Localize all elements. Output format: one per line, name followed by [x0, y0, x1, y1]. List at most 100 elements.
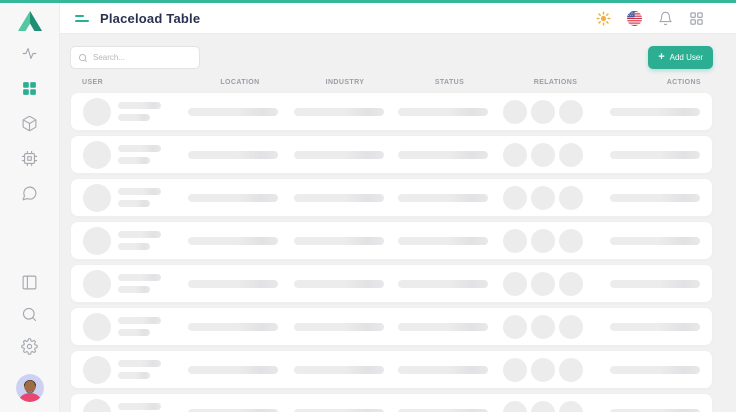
cell-user [83, 356, 188, 384]
relation-dot-placeholder [559, 358, 583, 382]
cell-industry [294, 194, 398, 202]
theme-sun-icon[interactable] [595, 10, 611, 26]
status-placeholder [398, 323, 488, 331]
industry-placeholder [294, 409, 384, 412]
cell-user [83, 98, 188, 126]
top-accent-strip [0, 0, 736, 3]
search-input[interactable] [93, 53, 192, 62]
relation-dot-placeholder [503, 401, 527, 412]
cell-relations [503, 100, 610, 124]
cell-user [83, 313, 188, 341]
name-placeholder [118, 145, 161, 164]
relation-dot-placeholder [559, 100, 583, 124]
location-placeholder [188, 409, 278, 412]
add-user-button[interactable]: + Add User [648, 46, 713, 69]
cell-relations [503, 186, 610, 210]
relation-dot-placeholder [503, 272, 527, 296]
search-icon[interactable] [21, 306, 38, 323]
cpu-icon[interactable] [21, 150, 38, 167]
industry-placeholder [294, 237, 384, 245]
cell-relations [503, 401, 610, 412]
cell-actions [610, 409, 700, 412]
location-placeholder [188, 366, 278, 374]
actions-placeholder [610, 151, 700, 159]
name-placeholder [118, 102, 161, 121]
sidebar-bottom [16, 274, 44, 402]
cell-location [188, 323, 294, 331]
industry-placeholder [294, 108, 384, 116]
cell-industry [294, 237, 398, 245]
cell-location [188, 280, 294, 288]
relation-dot-placeholder [531, 315, 555, 339]
relation-dot-placeholder [503, 143, 527, 167]
box-icon[interactable] [21, 115, 38, 132]
chat-icon[interactable] [21, 185, 38, 202]
cell-status [398, 151, 503, 159]
main-column: Placeload Table [60, 3, 736, 412]
avatar-placeholder [83, 313, 111, 341]
settings-gear-icon[interactable] [21, 338, 38, 355]
cell-status [398, 194, 503, 202]
location-placeholder [188, 194, 278, 202]
name-placeholder [118, 231, 161, 250]
relation-dot-placeholder [531, 358, 555, 382]
cell-status [398, 108, 503, 116]
avatar-placeholder [83, 141, 111, 169]
cell-industry [294, 323, 398, 331]
cell-relations [503, 358, 610, 382]
location-placeholder [188, 237, 278, 245]
relation-dot-placeholder [503, 358, 527, 382]
avatar-placeholder [83, 399, 111, 412]
actions-placeholder [610, 323, 700, 331]
hamburger-icon[interactable] [75, 13, 89, 24]
layout-panel-icon[interactable] [21, 274, 38, 291]
table-row [70, 307, 713, 346]
status-placeholder [398, 280, 488, 288]
table-row [70, 92, 713, 131]
industry-placeholder [294, 366, 384, 374]
cell-industry [294, 280, 398, 288]
cell-status [398, 409, 503, 412]
cell-location [188, 194, 294, 202]
avatar-placeholder [83, 184, 111, 212]
cell-status [398, 280, 503, 288]
avatar-placeholder [83, 356, 111, 384]
header-actions [595, 10, 704, 26]
actions-placeholder [610, 366, 700, 374]
relation-dot-placeholder [503, 100, 527, 124]
cell-relations [503, 143, 610, 167]
cell-location [188, 237, 294, 245]
cell-relations [503, 229, 610, 253]
relation-dot-placeholder [531, 100, 555, 124]
name-placeholder [118, 403, 161, 412]
actions-placeholder [610, 280, 700, 288]
table-row [70, 350, 713, 389]
relation-dot-placeholder [531, 229, 555, 253]
logo-triangle-icon[interactable] [17, 9, 43, 31]
apps-grid-icon[interactable] [688, 10, 704, 26]
location-placeholder [188, 323, 278, 331]
cell-actions [610, 108, 700, 116]
notifications-bell-icon[interactable] [657, 10, 673, 26]
dashboard-grid-icon[interactable] [21, 80, 38, 97]
activity-icon[interactable] [21, 45, 38, 62]
language-flag-us-icon[interactable] [626, 10, 642, 26]
actions-placeholder [610, 194, 700, 202]
user-avatar[interactable] [16, 374, 44, 402]
page-header: Placeload Table [60, 3, 736, 34]
name-placeholder [118, 317, 161, 336]
main-content: + Add User USER LOCATION INDUSTRY STATUS… [60, 34, 736, 412]
location-placeholder [188, 151, 278, 159]
status-placeholder [398, 366, 488, 374]
status-placeholder [398, 151, 488, 159]
relation-dot-placeholder [503, 315, 527, 339]
sidebar-nav [21, 45, 38, 202]
sidebar [0, 3, 60, 412]
cell-location [188, 366, 294, 374]
cell-relations [503, 315, 610, 339]
name-placeholder [118, 274, 161, 293]
relation-dot-placeholder [559, 186, 583, 210]
relation-dot-placeholder [559, 272, 583, 296]
column-header-industry: INDUSTRY [293, 79, 397, 86]
relation-dot-placeholder [503, 229, 527, 253]
